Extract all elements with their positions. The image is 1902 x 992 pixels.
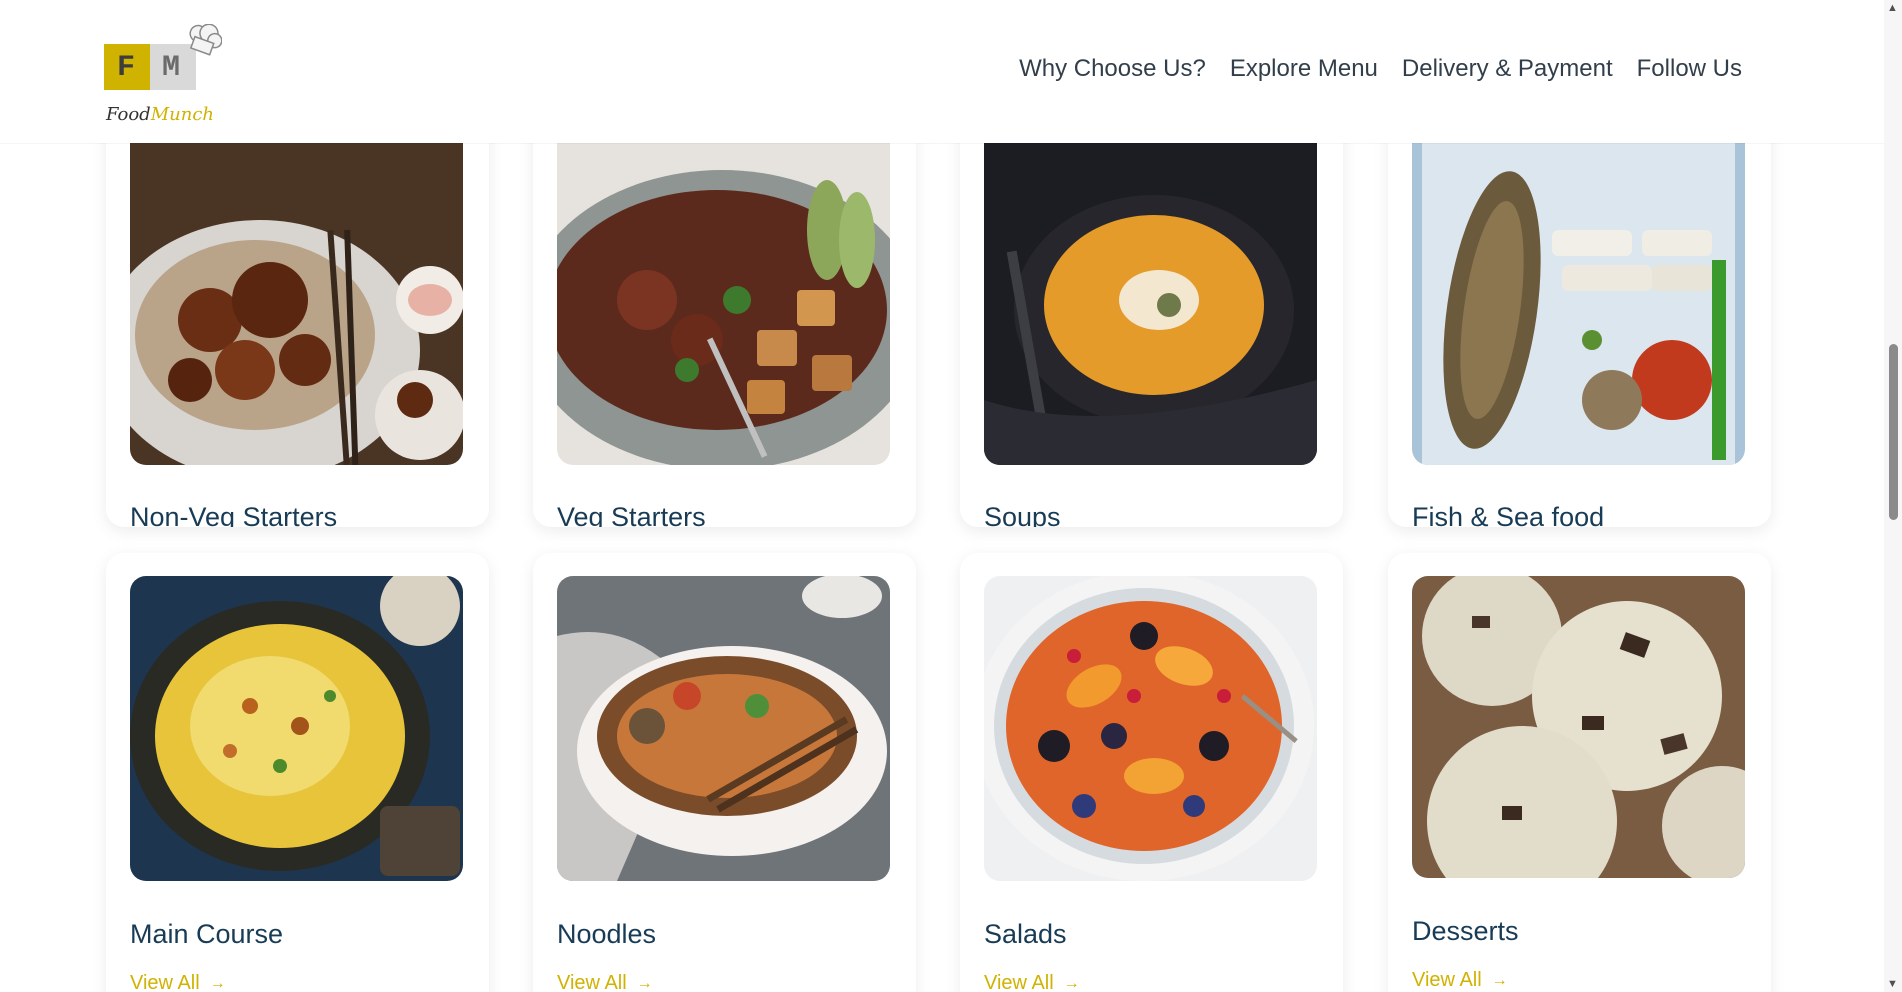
vertical-scrollbar[interactable]: ▲ ▼ bbox=[1884, 0, 1902, 992]
brand-name-food: Food bbox=[106, 104, 151, 125]
category-card-fish-sea-food: Fish & Sea food View All → bbox=[1388, 80, 1771, 527]
logo-letter-m: M bbox=[162, 51, 181, 85]
scroll-up-icon[interactable]: ▲ bbox=[1887, 2, 1898, 14]
nav-explore-menu[interactable]: Explore Menu bbox=[1230, 55, 1378, 83]
logo-letter-f: F bbox=[117, 51, 136, 85]
brand-name-munch: Munch bbox=[150, 104, 214, 125]
category-title: Veg Starters bbox=[557, 502, 706, 527]
nav-follow-us[interactable]: Follow Us bbox=[1637, 55, 1742, 83]
view-all-link[interactable]: View All → bbox=[984, 972, 1080, 992]
nav-why-choose-us[interactable]: Why Choose Us? bbox=[1019, 55, 1206, 83]
page: Non-Veg Starters View All → bbox=[0, 0, 1902, 992]
category-title: Non-Veg Starters bbox=[130, 502, 338, 527]
view-all-link[interactable]: View All → bbox=[557, 972, 653, 992]
category-title: Salads bbox=[984, 919, 1067, 949]
navbar: F M FoodMunch Why Choose Us? Explore Men… bbox=[0, 0, 1884, 143]
view-all-label: View All bbox=[984, 972, 1054, 992]
arrow-right-icon: → bbox=[636, 974, 653, 992]
category-card-main-course: Main Course View All → bbox=[106, 553, 489, 992]
brand-name: FoodMunch bbox=[106, 104, 214, 125]
category-card-desserts: Desserts View All → bbox=[1388, 553, 1771, 992]
category-card-salads: Salads View All → bbox=[960, 553, 1343, 992]
salads-image bbox=[984, 576, 1317, 881]
category-title: Main Course bbox=[130, 919, 284, 949]
category-title: Desserts bbox=[1412, 916, 1519, 946]
view-all-link[interactable]: View All → bbox=[130, 972, 226, 992]
scrollbar-thumb[interactable] bbox=[1889, 344, 1898, 520]
view-all-label: View All bbox=[130, 972, 200, 992]
category-title: Fish & Sea food bbox=[1412, 502, 1605, 527]
category-card-veg-starters: Veg Starters View All → bbox=[533, 80, 916, 527]
scroll-down-icon[interactable]: ▼ bbox=[1887, 978, 1898, 990]
noodles-image bbox=[557, 576, 890, 881]
main-nav: Why Choose Us? Explore Menu Delivery & P… bbox=[1019, 55, 1742, 83]
chef-hat-icon bbox=[189, 24, 222, 56]
view-all-link[interactable]: View All → bbox=[1412, 969, 1508, 992]
category-card-noodles: Noodles View All → bbox=[533, 553, 916, 992]
category-card-soups: Soups View All → bbox=[960, 80, 1343, 527]
nav-delivery-payment[interactable]: Delivery & Payment bbox=[1402, 55, 1613, 83]
view-all-label: View All bbox=[557, 972, 627, 992]
desserts-image bbox=[1412, 576, 1745, 878]
arrow-right-icon: → bbox=[209, 974, 226, 992]
arrow-right-icon: → bbox=[1063, 974, 1080, 992]
category-card-non-veg-starters: Non-Veg Starters View All → bbox=[106, 80, 489, 527]
view-all-label: View All bbox=[1412, 969, 1482, 991]
category-title: Soups bbox=[984, 502, 1061, 527]
category-title: Noodles bbox=[557, 919, 657, 949]
arrow-right-icon: → bbox=[1491, 971, 1508, 989]
main-course-image bbox=[130, 576, 463, 881]
brand-logo[interactable]: F M FoodMunch bbox=[104, 24, 222, 130]
